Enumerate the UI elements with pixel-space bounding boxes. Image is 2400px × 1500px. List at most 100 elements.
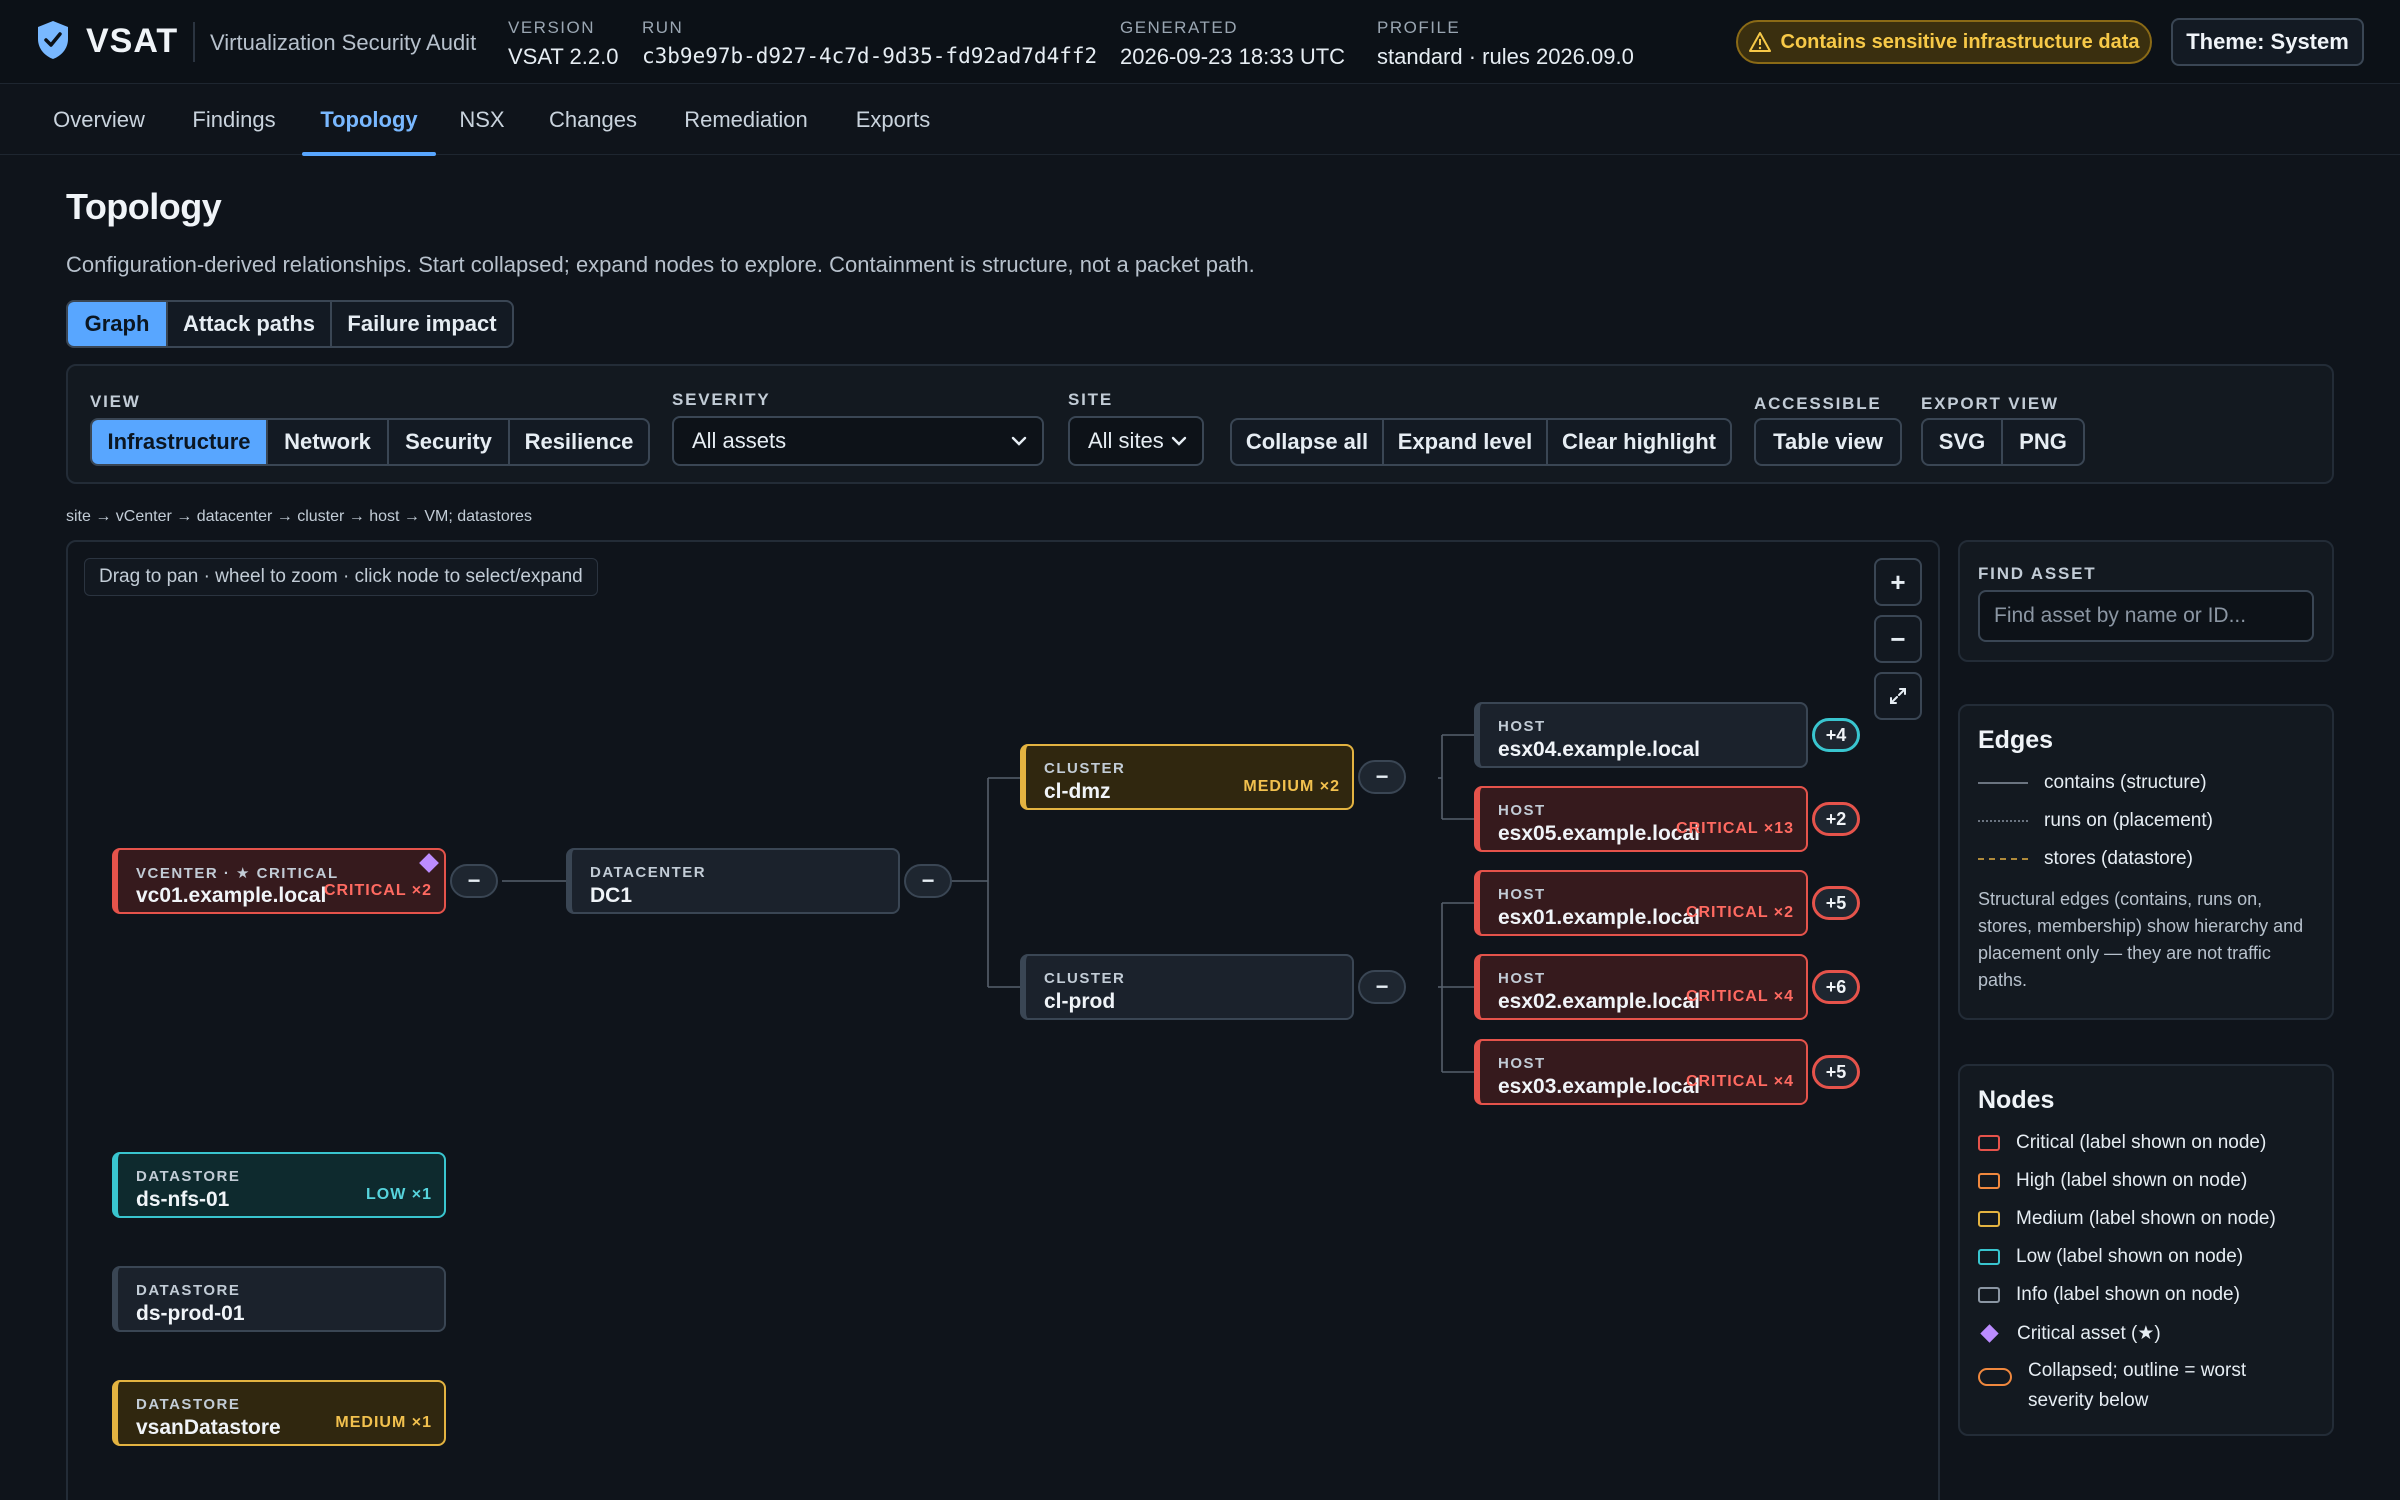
node-host-esx01[interactable]: HOST esx01.example.local CRITICAL ×2	[1474, 870, 1808, 936]
collapse-toggle[interactable]: −	[1358, 760, 1406, 794]
legend-node-label: Collapsed; outline = worst severity belo…	[2028, 1360, 2247, 1411]
brand-divider	[193, 22, 195, 62]
node-host-esx03[interactable]: HOST esx03.example.local CRITICAL ×4	[1474, 1039, 1808, 1105]
legend-edge-label: stores (datastore)	[2044, 848, 2193, 869]
legend-node-medium: Medium (label shown on node)	[1978, 1208, 2276, 1230]
topology-canvas[interactable]: Drag to pan · wheel to zoom · click node…	[66, 540, 1940, 1500]
view-switch: Infrastructure Network Security Resilien…	[90, 418, 650, 466]
meta-profile: PROFILE standard · rules 2026.09.0	[1377, 18, 1634, 70]
severity-label: SEVERITY	[672, 390, 771, 409]
view-security[interactable]: Security	[389, 420, 510, 464]
expand-children-badge[interactable]: +5	[1812, 1055, 1860, 1089]
tab-exports[interactable]: Exports	[842, 85, 944, 155]
collapse-all-button[interactable]: Collapse all	[1232, 420, 1384, 464]
legend-node-collapsed: Collapsed; outline = worst severity belo…	[1978, 1356, 2298, 1416]
legend-edge-label: contains (structure)	[2044, 772, 2207, 793]
legend-node-label: Info (label shown on node)	[2016, 1284, 2240, 1305]
tab-topology[interactable]: Topology	[302, 85, 436, 156]
legend-node-low: Low (label shown on node)	[1978, 1246, 2243, 1268]
expand-children-badge[interactable]: +2	[1812, 802, 1860, 836]
graph-actions: Collapse all Expand level Clear highligh…	[1230, 418, 1732, 466]
node-host-esx05[interactable]: HOST esx05.example.local CRITICAL ×13	[1474, 786, 1808, 852]
shield-check-icon	[38, 21, 68, 59]
find-asset-input[interactable]: Find asset by name or ID...	[1978, 590, 2314, 642]
export-group: SVG PNG	[1921, 418, 2085, 466]
tab-overview[interactable]: Overview	[36, 85, 162, 155]
node-vcenter[interactable]: VCENTER · ★ CRITICAL vc01.example.local …	[112, 848, 446, 914]
brand-name: VSAT	[86, 22, 179, 60]
edges-legend-title: Edges	[1978, 726, 2054, 754]
view-resilience[interactable]: Resilience	[510, 420, 648, 464]
node-cluster-prod[interactable]: CLUSTER cl-prod	[1020, 954, 1354, 1020]
node-name: esx05.example.local	[1498, 822, 1700, 845]
node-severity: CRITICAL ×4	[1685, 1073, 1794, 1090]
tab-nsx[interactable]: NSX	[446, 85, 518, 155]
zoom-out-button[interactable]: −	[1874, 615, 1922, 663]
graph-edges	[502, 734, 1474, 1073]
page-title: Topology	[66, 186, 222, 227]
mode-failure-impact[interactable]: Failure impact	[332, 302, 512, 346]
accessible-label: ACCESSIBLE	[1754, 394, 1882, 413]
node-host-esx02[interactable]: HOST esx02.example.local CRITICAL ×4	[1474, 954, 1808, 1020]
tab-findings[interactable]: Findings	[178, 85, 290, 155]
meta-version-value: VSAT 2.2.0	[508, 44, 619, 69]
node-kind: CLUSTER	[1044, 970, 1126, 987]
node-kind: HOST	[1498, 718, 1546, 735]
chevron-down-icon	[1171, 436, 1187, 446]
collapse-toggle[interactable]: −	[450, 864, 498, 898]
meta-run: RUN c3b9e97b-d927-4c7d-9d35-fd92ad7d4ff2	[642, 18, 1097, 68]
mode-attack-paths[interactable]: Attack paths	[168, 302, 332, 346]
expand-level-button[interactable]: Expand level	[1384, 420, 1548, 464]
export-svg-button[interactable]: SVG	[1923, 420, 2003, 464]
graph-toolbar: VIEW Infrastructure Network Security Res…	[66, 364, 2334, 484]
zoom-in-button[interactable]: +	[1874, 558, 1922, 606]
theme-button[interactable]: Theme: System	[2171, 18, 2364, 66]
node-name: ds-nfs-01	[136, 1188, 230, 1211]
site-value: All sites	[1088, 428, 1164, 453]
node-name: esx04.example.local	[1498, 738, 1700, 761]
site-select[interactable]: All sites	[1068, 416, 1204, 466]
fit-view-button[interactable]	[1874, 672, 1922, 720]
node-datastore-nfs[interactable]: DATASTORE ds-nfs-01 LOW ×1	[112, 1152, 446, 1218]
node-kind: DATACENTER	[590, 864, 707, 881]
expand-children-badge[interactable]: +6	[1812, 970, 1860, 1004]
nodes-legend: Nodes Critical (label shown on node) Hig…	[1958, 1064, 2334, 1436]
expand-children-badge[interactable]: +5	[1812, 886, 1860, 920]
node-kind: DATASTORE	[136, 1282, 241, 1299]
mode-graph[interactable]: Graph	[68, 302, 168, 346]
brand-subtitle: Virtualization Security Audit	[210, 30, 477, 55]
legend-edge-label: runs on (placement)	[2044, 810, 2213, 831]
edges-legend: Edges contains (structure) runs on (plac…	[1958, 704, 2334, 1020]
expand-children-badge[interactable]: +4	[1812, 718, 1860, 752]
legend-node-info: Info (label shown on node)	[1978, 1284, 2240, 1306]
node-kind: HOST	[1498, 886, 1546, 903]
node-cluster-dmz[interactable]: CLUSTER cl-dmz MEDIUM ×2	[1020, 744, 1354, 810]
table-view-button[interactable]: Table view	[1756, 420, 1900, 464]
dashed-line-icon	[1978, 858, 2028, 860]
dotted-line-icon	[1978, 820, 2028, 822]
node-severity: MEDIUM ×1	[335, 1414, 432, 1431]
severity-select[interactable]: All assets	[672, 416, 1044, 466]
node-kind: HOST	[1498, 970, 1546, 987]
tab-remediation[interactable]: Remediation	[668, 85, 824, 155]
node-datastore-prod[interactable]: DATASTORE ds-prod-01	[112, 1266, 446, 1332]
view-infrastructure[interactable]: Infrastructure	[92, 420, 268, 464]
export-png-button[interactable]: PNG	[2003, 420, 2083, 464]
chevron-down-icon	[1011, 436, 1027, 446]
node-host-esx04[interactable]: HOST esx04.example.local	[1474, 702, 1808, 768]
node-datacenter[interactable]: DATACENTER DC1	[566, 848, 900, 914]
page-description: Configuration-derived relationships. Sta…	[66, 252, 1255, 277]
legend-node-label: High (label shown on node)	[2016, 1170, 2248, 1191]
node-datastore-vsan[interactable]: DATASTORE vsanDatastore MEDIUM ×1	[112, 1380, 446, 1446]
tab-changes[interactable]: Changes	[534, 85, 652, 155]
clear-highlight-button[interactable]: Clear highlight	[1548, 420, 1730, 464]
collapse-toggle[interactable]: −	[904, 864, 952, 898]
collapse-toggle[interactable]: −	[1358, 970, 1406, 1004]
warning-icon	[1748, 32, 1771, 52]
fit-screen-icon	[1890, 688, 1906, 704]
node-severity: CRITICAL ×2	[323, 882, 432, 899]
view-network[interactable]: Network	[268, 420, 389, 464]
warning-text: Contains sensitive infrastructure data	[1780, 30, 2140, 53]
legend-edge-runs-on: runs on (placement)	[1978, 810, 2213, 832]
legend-node-label: Low (label shown on node)	[2016, 1246, 2244, 1267]
